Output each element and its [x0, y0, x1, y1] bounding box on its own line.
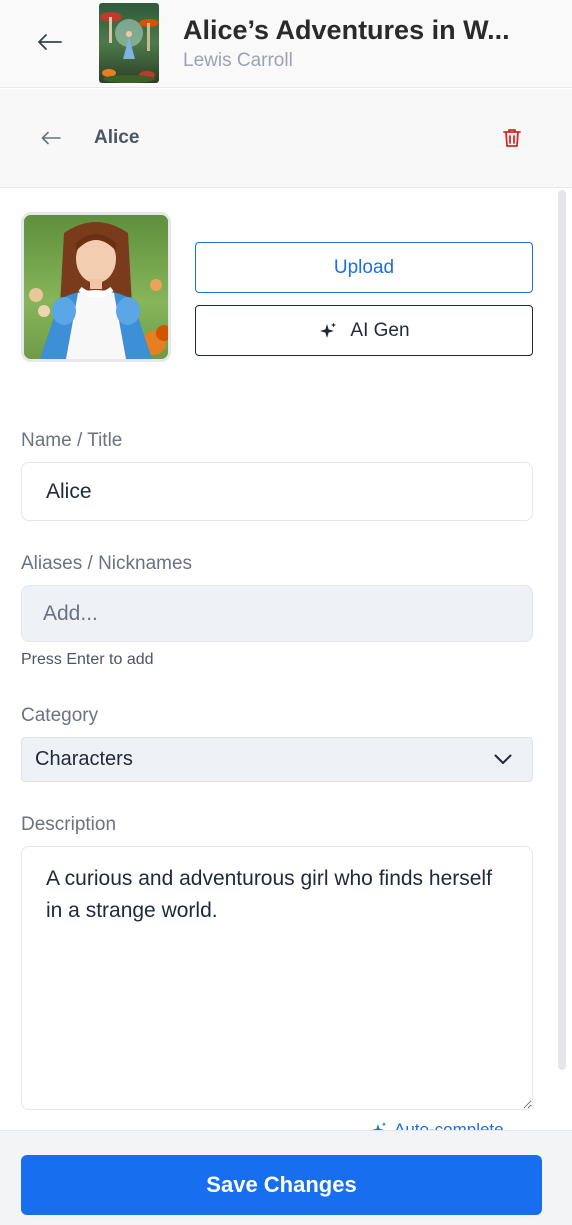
description-label: Description: [21, 814, 117, 835]
name-input[interactable]: [21, 462, 533, 521]
category-value: Characters: [35, 748, 133, 770]
delete-button[interactable]: [498, 123, 526, 153]
category-select[interactable]: Characters: [21, 737, 533, 782]
trash-icon: [503, 129, 521, 147]
arrow-left-icon: [41, 131, 61, 145]
scrollbar-thumb[interactable]: [558, 190, 566, 1070]
entity-header: Alice: [0, 89, 572, 188]
category-label: Category: [21, 705, 99, 726]
save-changes-button[interactable]: Save Changes: [21, 1155, 542, 1215]
app-header: Alice’s Adventures in W... Lewis Carroll: [0, 0, 572, 88]
ai-gen-button[interactable]: AI Gen: [195, 305, 533, 356]
entity-back-button[interactable]: [34, 123, 68, 153]
character-portrait[interactable]: [21, 212, 171, 362]
book-cover[interactable]: [99, 3, 159, 83]
aliases-label: Aliases / Nicknames: [21, 553, 193, 574]
upload-button[interactable]: Upload: [195, 242, 533, 293]
ai-gen-label: AI Gen: [350, 319, 410, 341]
book-title: Alice’s Adventures in W...: [183, 15, 510, 45]
chevron-down-icon: [494, 754, 512, 764]
footer-bar: Save Changes: [0, 1130, 572, 1225]
book-author: Lewis Carroll: [183, 50, 293, 71]
name-label: Name / Title: [21, 430, 123, 451]
aliases-hint: Press Enter to add: [21, 651, 154, 668]
aliases-input[interactable]: [21, 585, 533, 642]
description-textarea[interactable]: A curious and adventurous girl who finds…: [21, 846, 533, 1110]
sparkle-icon: [320, 322, 337, 338]
entity-name: Alice: [94, 127, 140, 148]
arrow-left-icon: [38, 34, 62, 50]
back-button[interactable]: [32, 26, 68, 58]
